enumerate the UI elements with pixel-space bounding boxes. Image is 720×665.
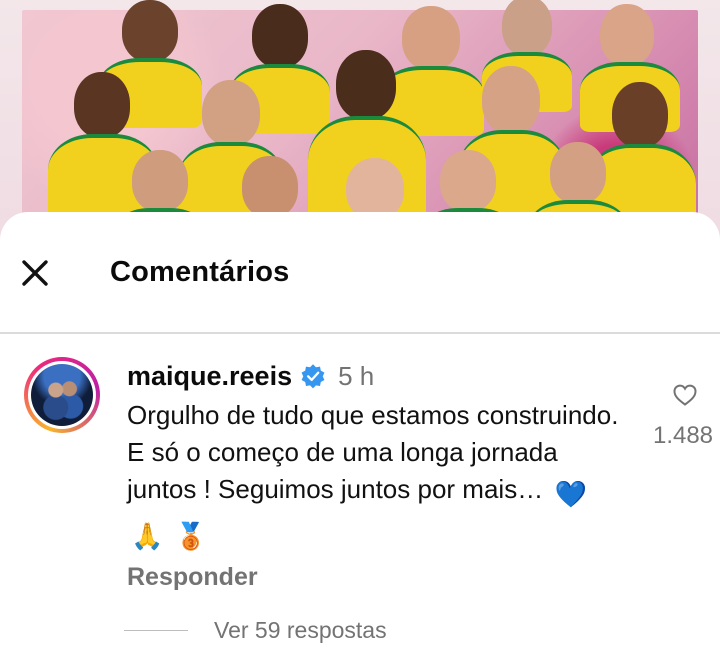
avatar-image: [31, 364, 93, 426]
comment-meta: maique.reeis 5 h: [127, 359, 647, 393]
heart-outline-icon: [673, 384, 697, 406]
reply-button[interactable]: Responder: [127, 563, 647, 592]
comment-text: Orgulho de tudo que estamos construindo.…: [127, 400, 619, 504]
like-count: 1.488: [652, 422, 714, 449]
comments-sheet: Comentários maique.reeis 5 h Orgulho de …: [0, 212, 720, 665]
view-replies-button[interactable]: Ver 59 respostas: [124, 617, 387, 644]
praying-hands-emoji: 🙏: [131, 521, 164, 551]
avatar[interactable]: [24, 357, 100, 433]
comment-item: maique.reeis 5 h Orgulho de tudo que est…: [127, 359, 647, 592]
close-button[interactable]: [18, 256, 52, 290]
comment-username[interactable]: maique.reeis: [127, 361, 292, 392]
close-icon: [22, 260, 48, 286]
blue-heart-emoji: 💙: [554, 479, 587, 509]
sheet-title: Comentários: [110, 256, 290, 288]
sheet-header: Comentários: [0, 212, 720, 334]
comment-text-block: Orgulho de tudo que estamos construindo.…: [127, 397, 627, 555]
replies-divider: [124, 629, 188, 632]
bronze-medal-emoji: 🥉: [174, 521, 207, 551]
comment-time: 5 h: [338, 360, 375, 391]
view-replies-label: Ver 59 respostas: [214, 617, 387, 643]
verified-badge-icon: [301, 364, 325, 389]
like-button[interactable]: [672, 382, 698, 408]
